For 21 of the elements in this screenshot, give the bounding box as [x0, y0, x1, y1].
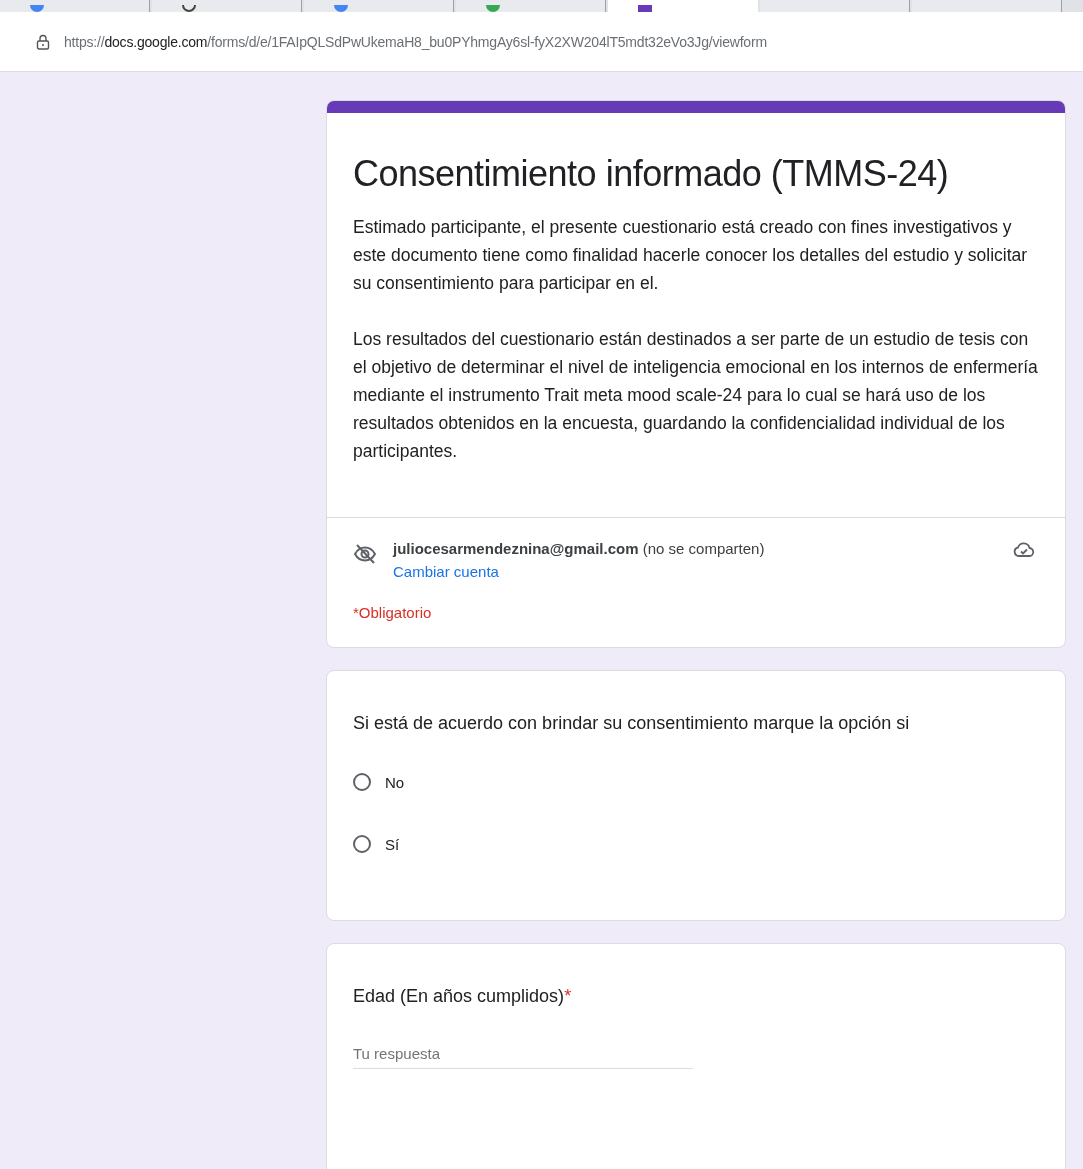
option-label: Sí — [385, 835, 400, 853]
tab-favicon-icon — [30, 5, 44, 12]
tab-favicon-icon — [638, 5, 652, 12]
form-description: Los resultados del cuestionario están destinados a ser parte de un estudio de tesis con el objetivo de determinar el nivel de inteligencia emocional en los internos de enfermería mediante el instrumento Trait meta mood scale-24 para lo cual se hará uso de los resultados obtenidos en la encuesta, guardando la confidencialidad individual de los participantes. — [353, 328, 1039, 463]
site-info-icon[interactable] — [36, 33, 50, 50]
radio-button[interactable] — [353, 835, 371, 853]
tab-favicon-icon — [486, 5, 500, 12]
question-title: Si está de acuerdo con brindar su consentimiento marque la opción si — [353, 713, 911, 734]
form-title: Consentimiento informado (TMMS-24) — [353, 153, 950, 195]
account-email: juliocesarmendeznina@gmail.com (no se comparten) — [393, 540, 766, 557]
switch-account-link[interactable]: Cambiar cuenta — [393, 563, 499, 580]
question-title: Edad (En años cumplidos)* — [353, 986, 573, 1007]
tab-favicon-icon — [334, 5, 348, 12]
option-label: No — [385, 773, 405, 791]
url-text[interactable]: https://docs.google.com/forms/d/e/1FAIpQLSdPwUkemaH8_bu0PYhmgAy6sl-fyX2XW204lT5mdt32eVo3Jg/viewform — [64, 33, 767, 50]
browser-tab[interactable] — [608, 0, 758, 12]
cloud-check-icon — [1013, 540, 1035, 560]
form-description: Estimado participante, el presente cuestionario está creado con fines investigativos y este documento tiene como finalidad hacerle conocer los detalles del estudio y solicitar su consentimiento para participar en el. — [353, 216, 1029, 295]
eye-off-icon — [353, 542, 377, 566]
radio-button[interactable] — [353, 773, 371, 791]
required-note: *Obligatorio — [352, 603, 433, 623]
